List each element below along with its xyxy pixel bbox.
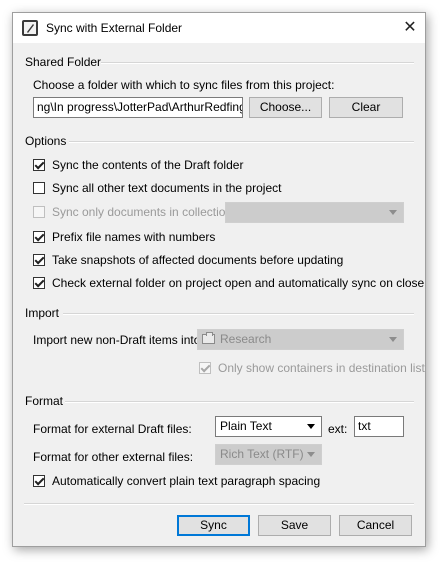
sync-button[interactable]: Sync [177,515,250,536]
only-containers-label: Only show containers in destination list [218,361,425,375]
sync-other-docs-label: Sync all other text documents in the pro… [52,181,282,195]
prefix-numbers-label: Prefix file names with numbers [52,230,216,244]
title-bar[interactable]: Sync with External Folder ✕ [13,13,425,43]
folder-path-field[interactable]: ng\In progress\JotterPad\ArthurRedfinger [33,97,243,118]
only-containers-checkbox [199,362,211,374]
scrivener-app-icon [22,20,38,36]
chevron-down-icon [389,337,397,342]
prefix-numbers-checkbox[interactable] [33,231,45,243]
sync-other-docs-checkbox[interactable] [33,182,45,194]
choose-folder-button[interactable]: Choose... [249,97,322,118]
sync-dialog: Sync with External Folder ✕ Shared Folde… [12,12,426,547]
ext-field[interactable]: txt [354,416,404,437]
draft-format-label: Format for external Draft files: [33,422,192,436]
convert-spacing-checkbox[interactable] [33,475,45,487]
auto-sync-label: Check external folder on project open an… [52,276,425,290]
sync-collection-checkbox [33,206,45,218]
save-button[interactable]: Save [258,515,331,536]
sync-draft-checkbox[interactable] [33,159,45,171]
import-heading: Import [25,306,60,320]
chevron-down-icon [389,210,397,215]
import-destination-value: Research [220,332,272,346]
chevron-down-icon [307,424,315,429]
shared-folder-instruction: Choose a folder with which to sync files… [33,78,335,92]
import-destination-select: Research [197,329,404,350]
other-format-label: Format for other external files: [33,450,194,464]
options-heading: Options [25,134,67,148]
other-format-select: Rich Text (RTF) [215,444,322,465]
draft-format-value: Plain Text [220,419,272,433]
other-format-value: Rich Text (RTF) [220,447,304,461]
format-divider [65,401,414,403]
clear-folder-button[interactable]: Clear [329,97,403,118]
chevron-down-icon [307,452,315,457]
footer-divider [24,503,414,505]
shared-folder-divider [101,62,414,64]
take-snapshots-label: Take snapshots of affected documents bef… [52,253,344,267]
auto-sync-checkbox[interactable] [33,277,45,289]
close-icon[interactable]: ✕ [395,13,425,43]
cancel-button[interactable]: Cancel [339,515,412,536]
import-destination-label: Import new non-Draft items into: [33,333,204,347]
format-heading: Format [25,394,64,408]
sync-collection-label: Sync only documents in collection: [52,205,236,219]
convert-spacing-label: Automatically convert plain text paragra… [52,474,321,488]
sync-draft-label: Sync the contents of the Draft folder [52,158,244,172]
take-snapshots-checkbox[interactable] [33,254,45,266]
window-title: Sync with External Folder [46,21,183,35]
folder-icon [202,332,215,344]
ext-label: ext: [328,422,348,436]
shared-folder-heading: Shared Folder [25,55,102,69]
collection-select [225,202,404,223]
options-divider [69,141,414,143]
import-divider [63,313,414,315]
draft-format-select[interactable]: Plain Text [215,416,322,437]
